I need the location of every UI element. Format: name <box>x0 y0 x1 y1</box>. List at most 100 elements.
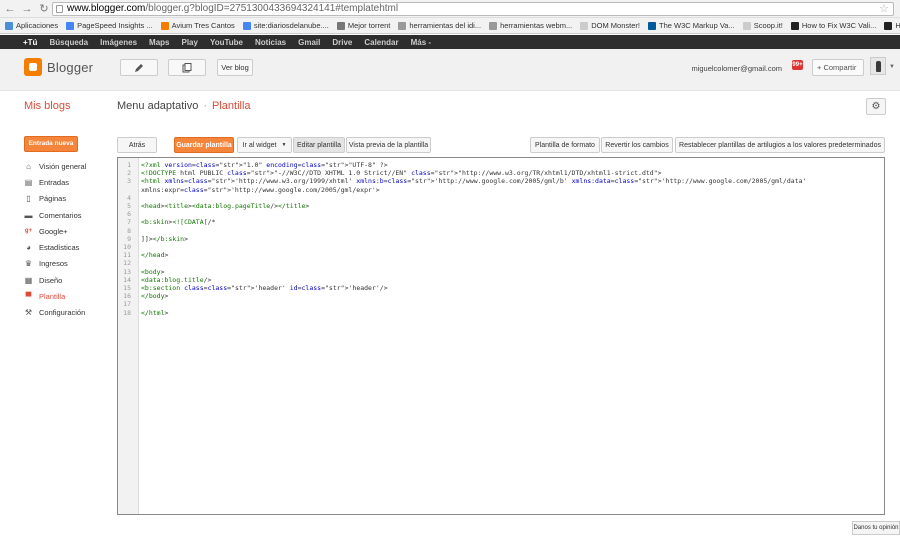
sidebar-item-label: Plantilla <box>39 292 66 302</box>
bookmark-item[interactable]: PageSpeed Insights ... <box>66 21 153 30</box>
reset-widgets-button[interactable]: Restablecer plantillas de artilugios a l… <box>675 137 885 153</box>
new-post-button[interactable]: Entrada nueva <box>24 136 78 152</box>
gbar-link[interactable]: Imágenes <box>100 38 137 47</box>
bookmark-star-icon[interactable]: ☆ <box>879 3 889 15</box>
page-icon <box>56 5 63 13</box>
goto-widget-dropdown[interactable]: Ir al widget ▼ <box>237 137 292 153</box>
new-post-pencil-button[interactable] <box>120 59 158 76</box>
line-number: 10 <box>123 243 131 251</box>
code-line: </head> <box>141 251 169 260</box>
bookmark-item[interactable]: DOM Monster! <box>580 21 640 30</box>
bookmark-favicon-icon <box>66 21 75 30</box>
bookmark-item[interactable]: herramientas del idi... <box>398 21 481 30</box>
format-template-button[interactable]: Plantilla de formato <box>530 137 600 153</box>
bookmark-favicon-icon <box>580 21 589 30</box>
back-button[interactable]: Atrás <box>117 137 157 153</box>
line-number: 3 <box>127 177 131 186</box>
blogger-logo-icon <box>24 58 42 76</box>
gbar-link[interactable]: +Tú <box>23 38 37 47</box>
gbar-link[interactable]: Drive <box>332 38 352 47</box>
url-path: /blogger.g?blogID=2751300433694324141#te… <box>145 3 399 14</box>
bookmark-item[interactable]: Aplicaciones <box>5 21 58 30</box>
share-button[interactable]: + Compartir <box>812 59 864 76</box>
bookmark-item[interactable]: Avium Tres Cantos <box>160 21 235 30</box>
line-number: 9 <box>127 234 131 243</box>
bookmark-item[interactable]: The W3C Markup Va... <box>647 21 735 30</box>
copy-pages-icon <box>182 62 192 72</box>
sidebar-item[interactable]: ⚒ Configuración <box>24 305 112 321</box>
code-line: xmlns:expr=class="str">'http://www.googl… <box>141 185 380 194</box>
edit-template-tab[interactable]: Editar plantilla <box>293 137 345 153</box>
line-number: 18 <box>123 308 131 317</box>
bookmark-label: Scoop.it! <box>753 21 783 30</box>
sidebar-item[interactable]: ▀ Plantilla <box>24 288 112 304</box>
sidebar-item[interactable]: ▤ Entradas <box>24 174 112 190</box>
gbar-link[interactable]: Play <box>181 38 197 47</box>
avatar[interactable] <box>870 57 886 75</box>
line-number: 12 <box>123 259 131 268</box>
pages-button[interactable] <box>168 59 206 76</box>
bookmark-item[interactable]: herramientas webm... <box>489 21 572 30</box>
gbar-link[interactable]: Calendar <box>364 38 398 47</box>
gbar-link[interactable]: Noticias <box>255 38 286 47</box>
chevron-down-icon[interactable]: ▼ <box>889 64 895 70</box>
gbar-link[interactable]: Gmail <box>298 38 320 47</box>
code-line: <?xml version=class="str">"1.0" encoding… <box>141 161 388 169</box>
gbar-link[interactable]: YouTube <box>210 38 243 47</box>
reload-icon[interactable]: ↻ <box>37 2 51 16</box>
gbar-link[interactable]: Búsqueda <box>49 38 88 47</box>
bookmark-label: site:diariosdelanube.... <box>253 21 329 30</box>
line-number: 17 <box>123 300 131 309</box>
sidebar-item[interactable]: ◕ Estadísticas <box>24 239 112 255</box>
gbar-link[interactable]: Maps <box>149 38 169 47</box>
revert-changes-button[interactable]: Revertir los cambios <box>601 137 673 153</box>
sidebar-item[interactable]: ♛ Ingresos <box>24 256 112 272</box>
code-line: </body> <box>141 292 169 301</box>
template-code-editor[interactable]: 1 2 3 4 5 6 7 8 9 10 11 12 13 14 15 16 17 18 <?xml versio… <box>117 157 885 515</box>
gbar-link[interactable]: Más - <box>411 38 431 47</box>
bookmark-item[interactable]: How to Fix W3C Vali... <box>884 21 900 30</box>
line-number: 1 <box>127 161 131 169</box>
bookmark-label: herramientas webm... <box>500 21 573 30</box>
sidebar-item[interactable]: ▬ Comentarios <box>24 207 112 223</box>
save-template-button[interactable]: Guardar plantilla <box>174 137 234 153</box>
view-blog-button[interactable]: Ver blog <box>217 59 253 76</box>
code-line: <body> <box>141 267 165 276</box>
bookmark-favicon-icon <box>160 21 169 30</box>
back-arrow-icon[interactable]: ← <box>3 2 17 16</box>
bookmark-item[interactable]: Scoop.it! <box>742 21 783 30</box>
code-line: <!DOCTYPE html PUBLIC class="str">"-//W3… <box>141 169 662 178</box>
user-email[interactable]: miguelcolomer@gmail.com <box>691 64 782 73</box>
bookmark-label: How to Fix W3C Vali... <box>801 21 877 30</box>
blog-name: Menu adaptativo <box>117 100 199 112</box>
bookmark-label: How to Fix W3C Vali... <box>895 21 900 30</box>
sidebar-item[interactable]: ▯ Páginas <box>24 191 112 207</box>
forward-arrow-icon[interactable]: → <box>20 2 34 16</box>
gear-icon[interactable]: ⚙ <box>866 98 886 115</box>
blogger-logo[interactable]: Blogger <box>24 58 93 76</box>
bookmark-label: herramientas del idi... <box>409 21 482 30</box>
sidebar-item[interactable]: g+ Google+ <box>24 223 112 239</box>
bookmark-item[interactable]: How to Fix W3C Vali... <box>790 21 877 30</box>
code-line: </html> <box>141 308 169 317</box>
bookmark-item[interactable]: site:diariosdelanube.... <box>242 21 329 30</box>
feedback-button[interactable]: Danos tu opinión <box>852 521 900 535</box>
my-blogs-link[interactable]: Mis blogs <box>24 100 70 112</box>
sidebar-item-label: Diseño <box>39 275 63 285</box>
chevron-down-icon: ▼ <box>281 142 287 148</box>
sidebar-item[interactable]: ⌂ Visión general <box>24 158 112 174</box>
code-line: <html xmlns=class="str">'http://www.w3.o… <box>141 177 807 186</box>
browser-toolbar: ← → ↻ www.blogger.com/blogger.g?blogID=2… <box>0 0 900 18</box>
bookmark-item[interactable]: Mejor torrent <box>336 21 390 30</box>
sidebar-item[interactable]: ▦ Diseño <box>24 272 112 288</box>
notifications-badge[interactable]: 99+ <box>792 60 803 70</box>
posts-icon: ▤ <box>24 177 33 187</box>
address-bar[interactable]: www.blogger.com/blogger.g?blogID=2751300… <box>52 2 894 16</box>
bookmark-label: DOM Monster! <box>591 21 640 30</box>
code-line: ]]></b:skin> <box>141 234 188 243</box>
preview-template-button[interactable]: Vista previa de la plantilla <box>346 137 431 153</box>
bookmark-label: Aplicaciones <box>16 21 59 30</box>
bookmark-favicon-icon <box>336 21 345 30</box>
blogger-header: Blogger Ver blog miguelcolomer@gmail.com… <box>0 49 900 91</box>
wrench-icon: ⚒ <box>24 308 33 318</box>
